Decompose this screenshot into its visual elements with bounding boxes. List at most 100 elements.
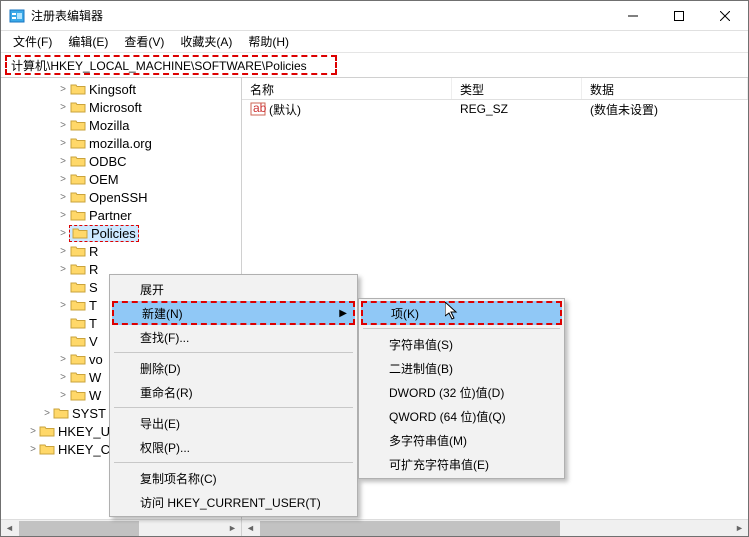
folder-icon [70,118,86,132]
list-header: 名称 类型 数据 [242,78,748,100]
tree-item-label: Partner [89,208,132,223]
ctx-item[interactable]: 多字符串值(M) [361,428,562,452]
close-button[interactable] [702,1,748,31]
col-header-type[interactable]: 类型 [452,78,582,99]
scrollbar-thumb[interactable] [260,521,560,536]
expand-icon[interactable]: > [57,354,69,365]
tree-item-label: mozilla.org [89,136,152,151]
ctx-item[interactable]: 查找(F)... [112,325,355,349]
folder-icon [70,316,86,330]
value-name: (默认) [269,101,301,118]
expand-icon[interactable]: > [57,264,69,275]
tree-item-label: OpenSSH [89,190,148,205]
scroll-left-icon[interactable]: ◄ [242,520,259,536]
tree-item-label: T [89,298,97,313]
expand-icon[interactable]: > [57,390,69,401]
list-row[interactable]: ab (默认) REG_SZ (数值未设置) [242,100,748,118]
ctx-item[interactable]: 展开 [112,277,355,301]
expand-icon[interactable]: > [57,84,69,95]
ctx-item[interactable]: 权限(P)... [112,435,355,459]
ctx-item-label: 复制项名称(C) [140,470,217,487]
folder-icon [70,208,86,222]
tree-item[interactable]: >R [1,242,241,260]
ctx-item-label: 可扩充字符串值(E) [389,456,489,473]
tree-item[interactable]: > Policies [1,224,241,242]
ctx-item[interactable]: 访问 HKEY_CURRENT_USER(T) [112,490,355,514]
expand-icon[interactable]: > [27,426,39,437]
menu-file[interactable]: 文件(F) [5,31,60,52]
ctx-item[interactable]: 可扩充字符串值(E) [361,452,562,476]
expand-icon[interactable]: > [57,174,69,185]
folder-icon [70,280,86,294]
ctx-item[interactable]: 二进制值(B) [361,356,562,380]
folder-icon [70,334,86,348]
scrollbar-thumb[interactable] [19,521,139,536]
ctx-item-label: 权限(P)... [140,439,190,456]
tree-item[interactable]: >OEM [1,170,241,188]
expand-icon[interactable]: > [57,372,69,383]
tree-scrollbar-h[interactable]: ◄ ► [1,519,241,536]
tree-item[interactable]: >Mozilla [1,116,241,134]
tree-item[interactable]: > mozilla.org [1,134,241,152]
menu-edit[interactable]: 编辑(E) [60,31,116,52]
tree-item[interactable]: >Microsoft [1,98,241,116]
ctx-item[interactable]: DWORD (32 位)值(D) [361,380,562,404]
folder-icon [70,136,86,150]
maximize-button[interactable] [656,1,702,31]
ctx-item[interactable]: 新建(N)▶ [112,301,355,325]
menu-help[interactable]: 帮助(H) [240,31,297,52]
menu-view[interactable]: 查看(V) [116,31,172,52]
scroll-right-icon[interactable]: ► [731,520,748,536]
expand-icon[interactable]: > [57,228,69,239]
ctx-item[interactable]: 复制项名称(C) [112,466,355,490]
expand-icon[interactable]: > [57,156,69,167]
menu-favorites[interactable]: 收藏夹(A) [172,31,240,52]
submenu-arrow-icon: ▶ [339,308,347,319]
col-header-data[interactable]: 数据 [582,78,748,99]
expand-icon[interactable]: > [57,138,69,149]
tree-item[interactable]: > Partner [1,206,241,224]
expand-icon[interactable]: > [57,192,69,203]
folder-icon [70,244,86,258]
ctx-item[interactable]: 重命名(R) [112,380,355,404]
ctx-item-label: 删除(D) [140,360,181,377]
folder-icon [39,442,55,456]
menu-separator [114,462,353,463]
minimize-button[interactable] [610,1,656,31]
tree-item-label: SYST [72,406,106,421]
expand-icon[interactable]: > [27,444,39,455]
context-menu: 展开新建(N)▶查找(F)... 删除(D) 重命名(R) 导出(E) 权限(P)...… [109,274,358,517]
tree-item[interactable]: > OpenSSH [1,188,241,206]
scroll-right-icon[interactable]: ► [224,520,241,536]
expand-icon[interactable]: > [57,210,69,221]
folder-icon [70,298,86,312]
tree-item-label: Policies [91,226,136,241]
ctx-item-label: 展开 [140,281,164,298]
tree-item-label: vo [89,352,103,367]
value-type: REG_SZ [452,101,582,117]
ctx-item[interactable]: 删除(D) [112,356,355,380]
tree-item-label: R [89,262,98,277]
tree-item[interactable]: >ODBC [1,152,241,170]
tree-item[interactable]: >Kingsoft [1,80,241,98]
list-scrollbar-h[interactable]: ◄ ► [242,519,748,536]
ctx-item[interactable]: QWORD (64 位)值(Q) [361,404,562,428]
expand-icon[interactable]: > [41,408,53,419]
col-header-name[interactable]: 名称 [242,78,452,99]
scroll-left-icon[interactable]: ◄ [1,520,18,536]
folder-icon [70,352,86,366]
app-icon [9,8,25,24]
menu-separator [114,407,353,408]
expand-icon[interactable]: > [57,246,69,257]
expand-icon[interactable]: > [57,300,69,311]
ctx-item[interactable]: 导出(E) [112,411,355,435]
folder-icon [70,82,86,96]
folder-icon [39,424,55,438]
tree-item-label: R [89,244,98,259]
address-input[interactable]: 计算机\HKEY_LOCAL_MACHINE\SOFTWARE\Policies [5,55,337,75]
ctx-item[interactable]: 项(K) [361,301,562,325]
window-title: 注册表编辑器 [31,7,610,24]
ctx-item[interactable]: 字符串值(S) [361,332,562,356]
expand-icon[interactable]: > [57,120,69,131]
expand-icon[interactable]: > [57,102,69,113]
